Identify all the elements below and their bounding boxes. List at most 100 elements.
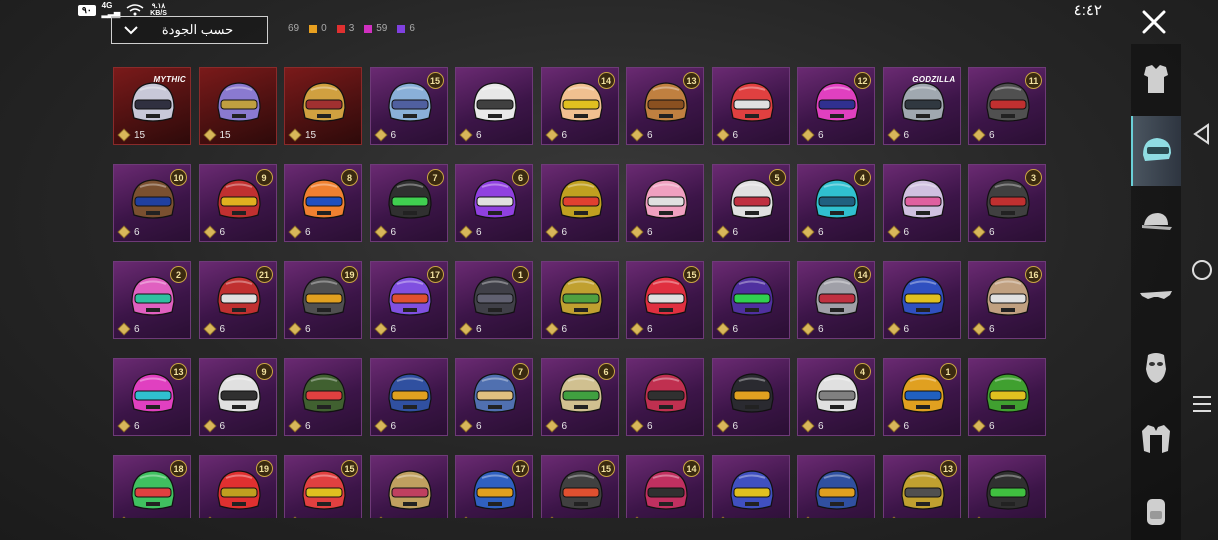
helmet-item[interactable]: 14 6 [626,455,704,518]
helmet-item[interactable]: 6 [797,455,875,518]
helmet-item[interactable]: 15 [284,67,362,145]
helmet-item[interactable]: 76 [369,164,448,242]
helmet-icon [900,179,945,219]
helmet-item[interactable]: 6 [711,261,790,339]
currency-icon [288,128,302,142]
item-count: 6 [972,128,995,142]
helmet-item[interactable]: 26 [113,261,191,339]
item-count-value: 6 [476,518,482,519]
helmet-item[interactable]: 15 6 [369,67,448,145]
helmet-item[interactable]: 66 [455,164,533,242]
helmet-item[interactable]: 19 6 [284,261,362,339]
currency-icon [716,322,729,336]
helmet-item[interactable]: 10 6 [113,164,191,242]
helmet-item[interactable]: 6 [626,358,704,436]
helmet-item[interactable]: MYTHIC 15 [113,67,191,145]
home-icon[interactable] [1190,258,1214,282]
item-count-value: 6 [390,323,397,335]
helmet-item[interactable]: 86 [284,164,362,242]
item-count-value: 15 [219,129,231,141]
close-icon[interactable] [1140,8,1168,36]
currency-icon [545,516,558,518]
backpack-icon [1147,499,1165,525]
helmet-item[interactable]: 96 [198,164,277,242]
item-count-value: 6 [818,323,824,335]
category-tab-mask[interactable] [1131,332,1181,402]
helmet-item[interactable]: 17 6 [369,261,448,339]
currency-icon [630,419,644,433]
orange-square-icon [309,24,318,33]
helmet-item[interactable]: 13 6 [113,358,191,436]
helmet-item[interactable]: GODZILLA 6 [882,67,961,145]
back-icon[interactable] [1190,122,1214,146]
helmet-item[interactable]: 17 6 [455,455,533,518]
helmet-item[interactable]: 6 [284,358,362,436]
helmet-item[interactable]: 6 [711,67,790,145]
item-count: 6 [203,419,225,433]
helmet-item[interactable]: 6 [626,164,704,242]
helmet-item[interactable]: 6 [711,358,790,436]
helmet-item[interactable]: 15 [198,67,277,145]
helmet-item[interactable]: 21 6 [198,261,277,339]
helmet-item[interactable]: 14 6 [540,67,619,145]
helmet-item[interactable]: 66 [540,358,619,436]
item-count-value: 6 [647,129,653,141]
sort-dropdown[interactable]: حسب الجودة [111,16,268,44]
helmet-item[interactable]: 76 [455,358,533,436]
helmet-item[interactable]: 56 [711,164,790,242]
helmet-item[interactable]: 6 [540,164,619,242]
helmet-item[interactable]: 6 [968,358,1046,436]
helmet-item[interactable]: 15 6 [284,455,362,518]
helmet-item[interactable]: 6 [882,164,961,242]
item-count: 6 [203,322,225,336]
red-square-icon [336,24,345,33]
helmet-item[interactable]: 6 [455,67,533,145]
category-tab-helmet[interactable] [1131,116,1181,186]
helmet-item[interactable]: 46 [797,358,875,436]
currency-icon [630,322,644,336]
helmet-item[interactable]: 96 [198,358,277,436]
item-count-value: 6 [134,323,140,335]
helmet-item[interactable]: 6 [968,455,1046,518]
network-speed: ٩.١٨ KB/S [150,3,167,17]
menu-icon[interactable] [1190,392,1214,416]
helmet-item[interactable]: 6 [882,261,961,339]
item-count-value: 6 [647,323,653,335]
category-tab-backpack[interactable] [1131,476,1181,540]
helmet-item[interactable]: 15 6 [540,455,619,518]
helmet-item[interactable]: 6 [711,455,790,518]
item-count: 6 [117,419,140,433]
item-count-value: 6 [476,226,482,238]
item-count-value: 6 [989,226,995,238]
helmet-item[interactable]: 19 6 [198,455,277,518]
item-count: 6 [801,322,824,336]
level-badge: 15 [426,72,444,89]
purple-square-icon [397,24,406,33]
item-count-value: 6 [476,323,482,335]
item-count-value: 6 [989,518,995,519]
helmet-item[interactable]: 36 [968,164,1046,242]
helmet-item[interactable]: 6 [369,455,448,518]
helmet-item[interactable]: 16 6 [968,261,1046,339]
helmet-item[interactable]: 16 [882,358,961,436]
helmet-item[interactable]: 12 6 [797,67,875,145]
helmet-item[interactable]: 14 6 [797,261,875,339]
helmet-item[interactable]: 6 [540,261,619,339]
category-tab-cap[interactable] [1131,188,1181,258]
helmet-item[interactable]: 18 6 [113,455,191,518]
helmet-item[interactable]: 15 6 [626,261,704,339]
helmet-icon [1143,138,1171,161]
helmet-item[interactable]: 13 6 [882,455,961,519]
category-tab-outfit[interactable] [1131,44,1181,114]
helmet-item[interactable]: 16 [455,261,533,339]
category-tab-glasses[interactable] [1131,260,1181,330]
helmet-item[interactable]: 46 [797,164,875,242]
helmet-item[interactable]: 13 6 [626,67,704,145]
item-count: 6 [459,322,482,336]
helmet-item[interactable]: 6 [369,358,448,436]
currency-icon [545,322,558,336]
helmet-item[interactable]: 11 6 [968,67,1046,145]
helmet-icon [986,470,1030,510]
item-count-value: 6 [904,518,910,519]
category-tab-jacket[interactable] [1131,404,1181,474]
